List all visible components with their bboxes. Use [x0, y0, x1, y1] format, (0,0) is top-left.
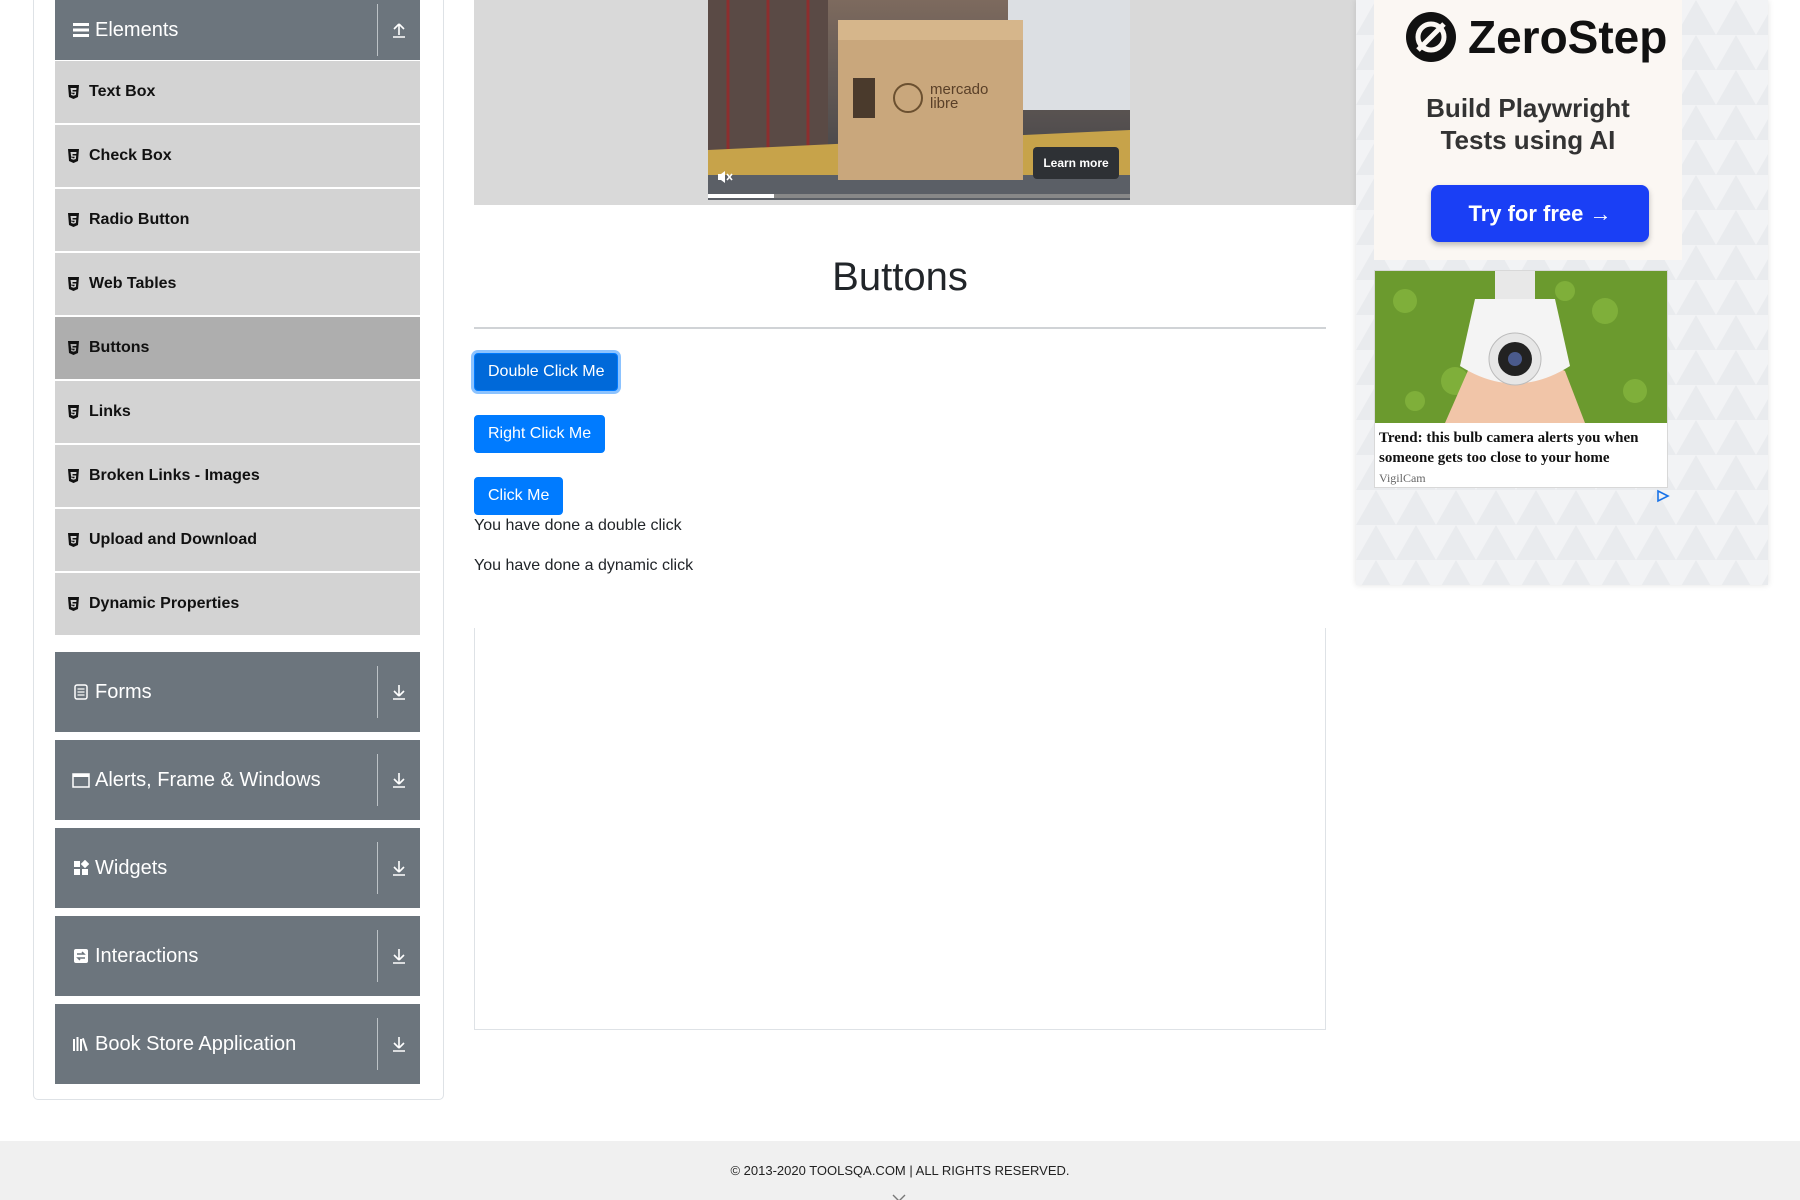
- html5-icon: [68, 149, 79, 163]
- sidebar-item-label: Web Tables: [89, 275, 177, 292]
- double-click-message: You have done a double click: [474, 517, 682, 534]
- expand-down-icon[interactable]: [378, 859, 420, 877]
- html5-icon: [68, 277, 79, 291]
- group-title: Elements: [95, 18, 179, 41]
- ad-choices-icon[interactable]: [1656, 488, 1670, 503]
- learn-more-button[interactable]: Learn more: [1033, 147, 1119, 179]
- sidebar-item-label: Dynamic Properties: [89, 595, 240, 612]
- sidebar-item-web-tables[interactable]: Web Tables: [55, 253, 420, 315]
- group-title: Widgets: [95, 856, 168, 879]
- zerostep-ad[interactable]: ZeroStep Build Playwright Tests using AI…: [1374, 0, 1682, 260]
- group-header-forms[interactable]: Forms: [55, 652, 420, 732]
- svg-text:libre: libre: [930, 95, 958, 112]
- group-header-widgets[interactable]: Widgets: [55, 828, 420, 908]
- divider: [377, 1018, 378, 1070]
- sidebar-item-label: Links: [89, 403, 131, 420]
- group-header-alerts[interactable]: Alerts, Frame & Windows: [55, 740, 420, 820]
- footer-copyright: © 2013-2020 TOOLSQA.COM | ALL RIGHTS RES…: [730, 1163, 1070, 1178]
- html5-icon: [68, 341, 79, 355]
- group-title: Interactions: [95, 944, 199, 967]
- bars-icon: [71, 22, 91, 38]
- camera-ad-card[interactable]: Trend: this bulb camera alerts you when …: [1374, 270, 1668, 488]
- window-icon: [71, 772, 91, 788]
- form-icon: [71, 684, 91, 700]
- camera-ad-source: VigilCam: [1379, 471, 1426, 485]
- dynamic-click-message: You have done a dynamic click: [474, 557, 694, 574]
- mute-icon[interactable]: [716, 169, 734, 189]
- sidebar-item-label: Radio Button: [89, 211, 190, 228]
- zerostep-tagline: Build Playwright Tests using AI: [1374, 92, 1682, 156]
- camera-ad-title[interactable]: Trend: this bulb camera alerts you when …: [1379, 428, 1665, 468]
- double-click-button[interactable]: Double Click Me: [474, 353, 619, 391]
- ad-sidebar-right[interactable]: ZeroStep Build Playwright Tests using AI…: [1356, 0, 1768, 585]
- html5-icon: [68, 533, 79, 547]
- sidebar-item-dynamic-properties[interactable]: Dynamic Properties: [55, 573, 420, 635]
- expand-down-icon[interactable]: [378, 947, 420, 965]
- expand-down-icon[interactable]: [378, 683, 420, 701]
- group-header-elements[interactable]: Elements: [55, 0, 420, 60]
- learn-more-label: Learn more: [1043, 156, 1109, 170]
- widgets-icon: [71, 860, 91, 876]
- html5-icon: [68, 597, 79, 611]
- group-title: Book Store Application: [95, 1032, 297, 1055]
- divider: [377, 754, 378, 806]
- sidebar-item-label: Upload and Download: [89, 531, 257, 548]
- click-me-button[interactable]: Click Me: [474, 477, 564, 515]
- collapse-up-icon[interactable]: [378, 21, 420, 39]
- divider: [377, 842, 378, 894]
- group-header-interactions[interactable]: Interactions: [55, 916, 420, 996]
- sidebar-item-label: Text Box: [89, 83, 156, 100]
- zerostep-logo: ZeroStep: [1404, 10, 1667, 64]
- interactions-icon: [71, 948, 91, 964]
- tagline-line-1: Build Playwright: [1426, 93, 1630, 123]
- books-icon: [71, 1036, 91, 1052]
- right-click-button[interactable]: Right Click Me: [474, 415, 606, 453]
- sidebar-item-label: Buttons: [89, 339, 150, 356]
- zerostep-brand: ZeroStep: [1468, 11, 1668, 63]
- title-divider: [474, 327, 1326, 329]
- divider: [377, 4, 378, 56]
- sidebar-item-text-box[interactable]: Text Box: [55, 61, 420, 123]
- group-header-book-store[interactable]: Book Store Application: [55, 1004, 420, 1084]
- chevron-down-icon[interactable]: [892, 1187, 906, 1200]
- ad-video[interactable]: mercado libre Learn more: [708, 0, 1130, 200]
- group-title: Alerts, Frame & Windows: [95, 768, 321, 791]
- sidebar-item-broken-links[interactable]: Broken Links - Images: [55, 445, 420, 507]
- footer: © 2013-2020 TOOLSQA.COM | ALL RIGHTS RES…: [0, 1141, 1800, 1200]
- page-title: Buttons: [832, 255, 968, 299]
- elements-menu-list: Text Box Check Box Radio Button Web Tabl…: [55, 61, 420, 637]
- html5-icon: [68, 85, 79, 99]
- sidebar-item-buttons[interactable]: Buttons: [55, 317, 420, 379]
- sidebar-item-label: Broken Links - Images: [89, 467, 260, 484]
- expand-down-icon[interactable]: [378, 1035, 420, 1053]
- sidebar-item-check-box[interactable]: Check Box: [55, 125, 420, 187]
- expand-down-icon[interactable]: [378, 771, 420, 789]
- html5-icon: [68, 469, 79, 483]
- empty-content-area: [474, 628, 1326, 1030]
- divider: [377, 930, 378, 982]
- sidebar-item-links[interactable]: Links: [55, 381, 420, 443]
- tagline-line-2: Tests using AI: [1440, 125, 1616, 155]
- zerostep-logo-icon: [1406, 12, 1456, 62]
- group-title: Forms: [95, 680, 152, 703]
- sidebar-item-radio-button[interactable]: Radio Button: [55, 189, 420, 251]
- html5-icon: [68, 213, 79, 227]
- divider: [377, 666, 378, 718]
- sidebar-item-upload-download[interactable]: Upload and Download: [55, 509, 420, 571]
- html5-icon: [68, 405, 79, 419]
- try-for-free-button[interactable]: Try for free →: [1431, 185, 1649, 242]
- sidebar-item-label: Check Box: [89, 147, 172, 164]
- camera-ad-image[interactable]: [1375, 271, 1667, 423]
